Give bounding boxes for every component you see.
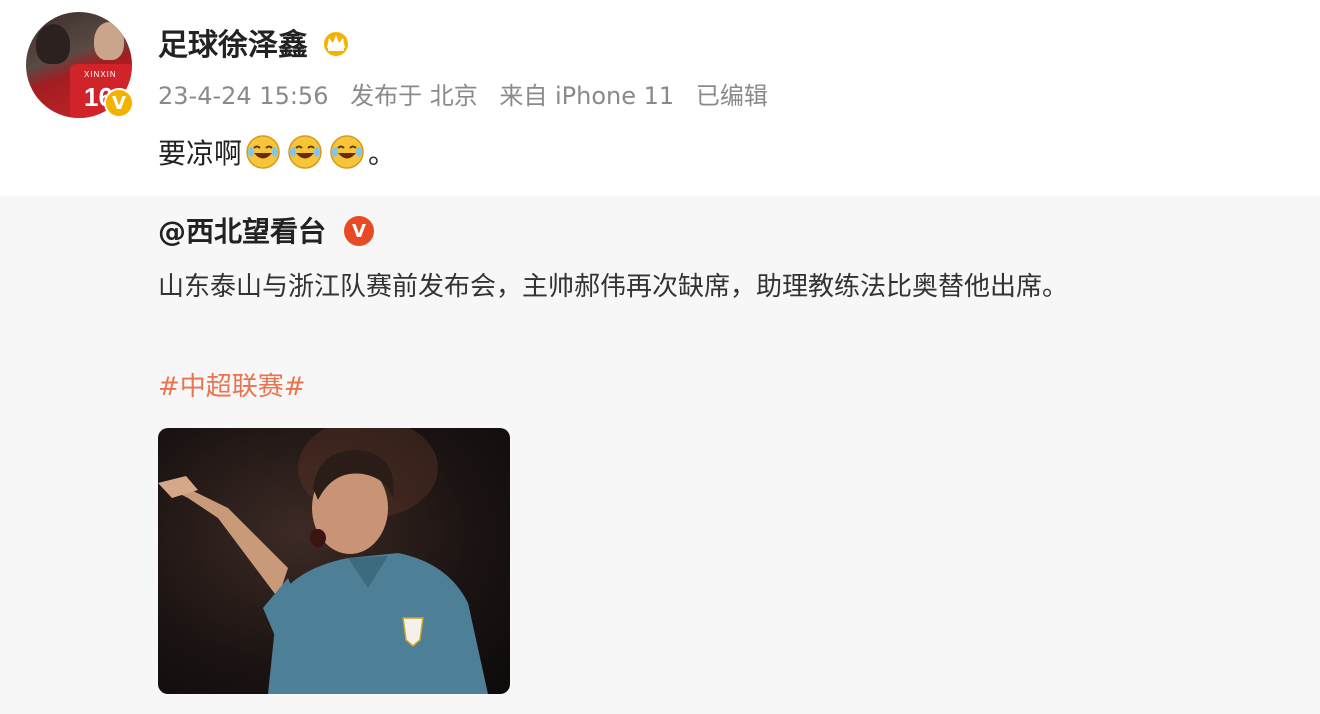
laugh-cry-emoji-icon bbox=[288, 135, 322, 169]
avatar-person-left bbox=[36, 24, 70, 64]
crown-icon bbox=[324, 32, 348, 56]
repost-author[interactable]: @西北望看台 bbox=[158, 210, 326, 250]
avatar-jersey-name: XINXIN bbox=[84, 70, 117, 79]
post-body: 要凉啊 。 bbox=[158, 132, 396, 172]
author-name[interactable]: 足球徐泽鑫 bbox=[158, 20, 308, 64]
laugh-cry-emoji-icon bbox=[246, 135, 280, 169]
post-edited-label[interactable]: 已编辑 bbox=[696, 82, 768, 110]
post-meta: 23-4-24 15:56 发布于 北京 来自 iPhone 11 已编辑 bbox=[158, 76, 782, 111]
repost-text: 山东泰山与浙江队赛前发布会，主帅郝伟再次缺席，助理教练法比奥替他出席。 bbox=[158, 272, 1069, 302]
post-date[interactable]: 23-4-24 15:56 bbox=[158, 82, 328, 110]
laugh-cry-emoji-icon bbox=[330, 135, 364, 169]
repost-card[interactable]: @西北望看台 V 山东泰山与浙江队赛前发布会，主帅郝伟再次缺席，助理教练法比奥替… bbox=[0, 196, 1320, 714]
hashtag-link[interactable]: #中超联赛# bbox=[158, 366, 306, 403]
verified-icon: V bbox=[104, 88, 134, 118]
weibo-post: XINXIN 16 V 足球徐泽鑫 23-4-24 15:56 发布于 北京 来… bbox=[0, 0, 1320, 714]
post-text-end: 。 bbox=[368, 137, 397, 170]
repost-verified-icon: V bbox=[344, 216, 374, 246]
repost-photo[interactable] bbox=[158, 428, 510, 694]
post-source: 来自 iPhone 11 bbox=[499, 82, 675, 110]
post-text: 要凉啊 bbox=[158, 137, 243, 170]
coach-photo-illustration bbox=[158, 428, 488, 694]
avatar-person-right bbox=[94, 22, 124, 60]
post-location: 发布于 北京 bbox=[350, 82, 478, 110]
